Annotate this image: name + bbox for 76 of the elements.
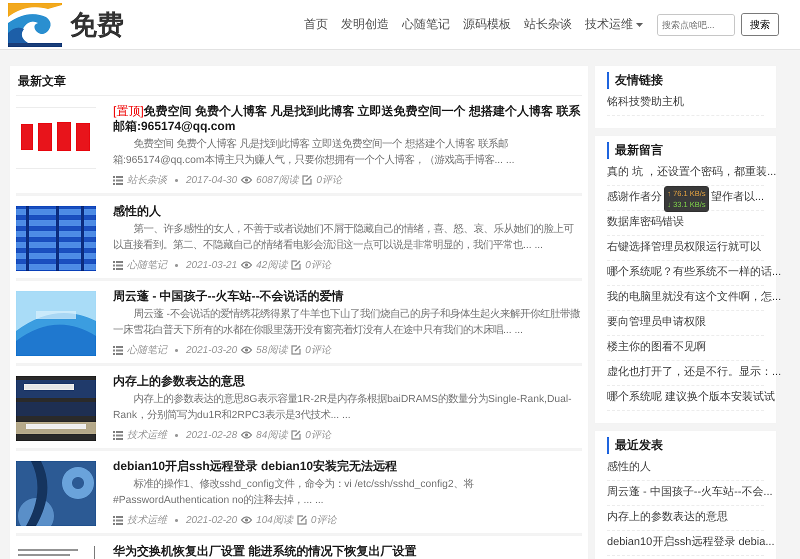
article-excerpt: 第一、许多感性的女人，不善于或者说她们不屑于隐藏自己的情绪，喜、怒、哀、乐从她们的脸上可以直接看到。第二、不隐藏自己的情绪看电影会流泪这一点可以说是非常明显的，我们平常也... ...	[113, 222, 575, 253]
sidebar-link[interactable]: 数据库密码错误	[607, 215, 684, 230]
separator-dot	[175, 518, 178, 522]
view-count: 42阅读	[256, 258, 288, 272]
eye-icon	[241, 516, 252, 524]
sidebar-link[interactable]: 望作者以...	[710, 190, 764, 205]
sidebar-link[interactable]: 虚化也打开了，还是不行。显示：...	[607, 365, 782, 380]
post-date: 2021-03-21	[186, 260, 238, 270]
edit-icon	[302, 175, 312, 185]
widget-title: 最近发表	[607, 437, 764, 454]
edit-icon	[291, 260, 302, 270]
post-date: 2017-04-30	[186, 174, 238, 186]
nav-link[interactable]: 心随笔记	[402, 16, 450, 33]
search-field[interactable]: 搜索点啥吧...	[657, 14, 735, 36]
article-title-link[interactable]: 感性的人	[113, 204, 582, 219]
article-excerpt: 周云蓬 -不会说话的爱情绣花绣得累了牛羊也下山了我们烧自己的房子和身体生起火来解开你红肚带撒一床雪花白普天下所有的水都在你眼里荡开没有窗亮着灯没有人在途中只有我们的木床唱... ...	[113, 307, 582, 338]
comment-count: 0评论	[305, 429, 331, 442]
nav-link[interactable]: 首页	[304, 16, 328, 33]
eye-icon	[241, 346, 252, 354]
comment-count: 0评论	[310, 514, 336, 527]
view-count: 58阅读	[256, 344, 288, 357]
eye-icon	[241, 261, 252, 269]
sidebar-link[interactable]: 要向管理员申请权限	[607, 315, 706, 330]
nav-link[interactable]: 源码模板	[463, 16, 511, 33]
nav-link[interactable]: 技术运维	[585, 16, 643, 33]
article-title-link[interactable]: 周云蓬 - 中国孩子--火车站--不会说话的爱情	[113, 289, 582, 304]
widget-title: 友情链接	[607, 72, 764, 89]
sidebar-link[interactable]: 感性的人	[607, 460, 651, 475]
nav-link[interactable]: 站长杂谈	[524, 16, 572, 33]
sidebar-link[interactable]: 楼主你的图看不见啊	[607, 340, 706, 355]
widget-title: 最新留言	[607, 142, 764, 159]
edit-icon	[296, 515, 307, 525]
post-date: 2021-02-28	[186, 430, 238, 440]
sidebar-link[interactable]: 感谢作者分	[607, 190, 662, 205]
eye-icon	[241, 431, 252, 439]
list-icon	[113, 430, 123, 440]
article-title-link[interactable]: debian10开启ssh远程登录 debian10安装完无法远程	[113, 459, 582, 474]
article-excerpt: 标准的操作1、修改sshd_config文件，命令为：vi /etc/ssh/sshd_config2、将#PasswordAuthentication no的注释去掉，... ...	[113, 477, 475, 508]
sidebar-link[interactable]: 右键选择管理员权限运行就可以	[607, 240, 761, 255]
article-excerpt: 内存上的参数表达的意思8G表示容量1R-2R是内存条根据baiDRAMS的数量分为Single-Rank,Dual-Rank，分别简写为du1R和2RPC3表示是3代技术... ...	[113, 392, 573, 423]
view-count: 104阅读	[256, 514, 293, 527]
post-date: 2021-02-20	[186, 514, 238, 526]
article-excerpt: 免费空间 免费个人博客 凡是找到此博客 立即送免费空间一个 想搭建个人博客 联系邮箱:965174@qq.com本博主只为赚人气，只要你想拥有一个个人博客，（游戏高手博客... ...	[113, 137, 516, 168]
sidebar-link[interactable]: 哪个系统呢 建议换个版本安装试试	[607, 390, 776, 405]
sidebar-link[interactable]: 哪个系统呢？有些系统不一样的话...	[607, 265, 782, 280]
edit-icon	[291, 345, 302, 355]
view-count: 6087阅读	[256, 174, 298, 187]
edit-icon	[291, 430, 302, 440]
sidebar-link[interactable]: 周云蓬 - 中国孩子--火车站--不会...	[607, 485, 773, 500]
view-count: 84阅读	[256, 428, 288, 442]
sidebar-link[interactable]: 真的 坑 ，还设置个密码，都重装...	[607, 165, 776, 180]
separator-dot	[175, 434, 178, 436]
post-date: 2021-03-20	[186, 344, 238, 356]
article-title-link[interactable]: [置顶]免费空间 免费个人博客 凡是找到此博客 立即送免费空间一个 想搭建个人博客 联系邮箱:965174@qq.com	[113, 104, 582, 134]
section-title: 最新文章	[16, 66, 582, 96]
comment-count: 0评论	[305, 344, 331, 357]
sidebar-link[interactable]: 内存上的参数表达的意思	[607, 510, 728, 525]
separator-dot	[175, 264, 178, 266]
sidebar-link[interactable]: 我的电脑里就没有这个文件啊，怎...	[607, 290, 782, 305]
nav-link[interactable]: 发明创造	[341, 16, 389, 33]
sidebar-link[interactable]: 铭科技赞助主机	[607, 95, 684, 110]
article-title-link[interactable]: 内存上的参数表达的意思	[113, 374, 582, 389]
wave-logo-icon[interactable]	[8, 2, 62, 46]
separator-dot	[175, 348, 178, 352]
site-logo-text[interactable]: 免费	[70, 6, 124, 42]
article-title-link[interactable]: 华为交换机恢复出厂设置 能进系统的情况下恢复出厂设置	[113, 544, 582, 559]
sidebar-link[interactable]: debian10开启ssh远程登录 debia...	[607, 535, 775, 550]
list-icon	[113, 346, 123, 354]
comment-count: 0评论	[316, 174, 342, 187]
list-icon	[113, 516, 123, 524]
list-icon	[113, 176, 123, 184]
comment-count: 0评论	[305, 259, 331, 272]
separator-dot	[175, 178, 178, 182]
eye-icon	[241, 176, 252, 184]
list-icon	[113, 260, 123, 270]
search-button[interactable]: 搜索	[741, 13, 779, 36]
